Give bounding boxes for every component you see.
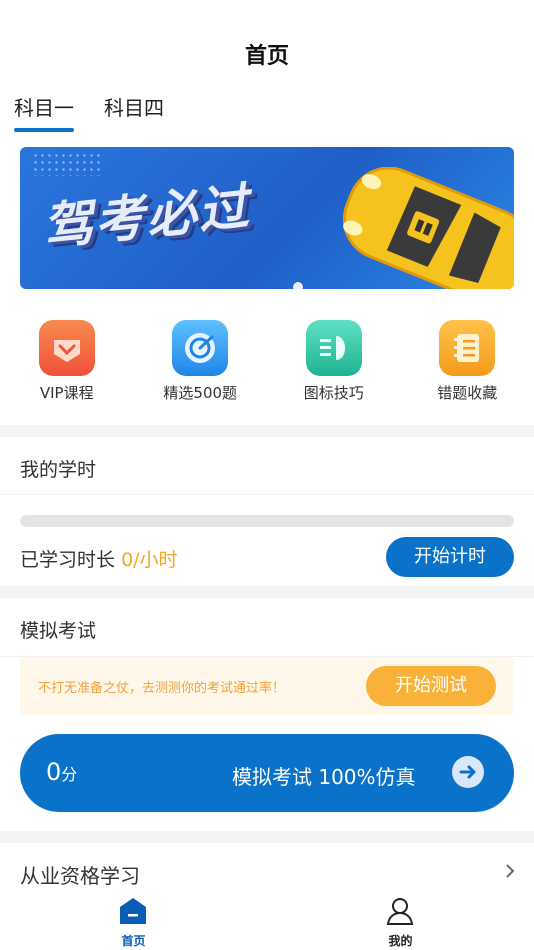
notebook-icon — [439, 320, 496, 376]
quick-label: 精选500题 — [163, 384, 238, 402]
chevron-right-icon[interactable] — [504, 862, 516, 885]
promo-banner[interactable]: 驾考必过 — [20, 147, 514, 289]
vip-heart-icon — [38, 320, 95, 376]
start-timing-button[interactable]: 开始计时 — [386, 537, 514, 577]
home-icon — [120, 898, 146, 924]
study-time: 已学习时长 0/小时 — [20, 545, 178, 572]
exam-section-title: 模拟考试 — [20, 620, 97, 642]
bottom-tabbar: 首页 我的 — [0, 890, 534, 950]
exam-notice: 不打无准备之仗，去测测你的考试通过率！ 开始测试 — [20, 657, 514, 715]
exam-notice-text: 不打无准备之仗，去测测你的考试通过率！ — [38, 681, 286, 696]
tabbar-mine-label: 我的 — [388, 934, 413, 948]
mock-exam-card[interactable]: 0分 模拟考试 100%仿真 — [20, 734, 514, 812]
user-icon — [386, 898, 414, 925]
quick-label: 错题收藏 — [437, 384, 498, 402]
section-gap — [0, 586, 534, 598]
carousel-indicator[interactable] — [293, 282, 303, 289]
quick-wrong-favorites[interactable]: 错题收藏 — [407, 320, 527, 403]
dot-pattern — [32, 152, 102, 176]
exam-card-label: 模拟考试 100%仿真 — [232, 765, 416, 789]
headlight-icon — [305, 320, 362, 376]
quick-label: 图标技巧 — [303, 384, 364, 402]
tab-subject-four[interactable]: 科目四 — [104, 92, 164, 132]
title-bar: 首页 — [0, 0, 534, 90]
quick-vip-course[interactable]: VIP课程 — [7, 320, 127, 403]
section-gap — [0, 425, 534, 437]
quick-icon-tips[interactable]: 图标技巧 — [274, 320, 394, 403]
tabbar-home[interactable]: 首页 — [0, 890, 267, 950]
quick-label: VIP课程 — [39, 384, 94, 402]
tabbar-home-label: 首页 — [121, 934, 146, 948]
study-time-value: 0/小时 — [121, 549, 178, 571]
exam-score-unit: 分 — [61, 765, 78, 784]
divider — [0, 494, 534, 495]
qualification-study-link[interactable]: 从业资格学习 — [20, 860, 140, 889]
target-icon — [172, 320, 229, 376]
subject-tabs: 科目一 科目四 — [14, 92, 194, 132]
car-illustration — [342, 167, 514, 289]
quick-selected-500[interactable]: 精选500题 — [140, 320, 260, 403]
arrow-right-icon[interactable] — [452, 756, 484, 788]
study-progress-bar — [20, 515, 514, 527]
banner-slogan: 驾考必过 — [39, 177, 253, 257]
tab-subject-one[interactable]: 科目一 — [14, 92, 74, 132]
study-time-label: 已学习时长 — [20, 549, 116, 571]
exam-score: 0分 — [46, 758, 77, 786]
tabbar-mine[interactable]: 我的 — [267, 890, 534, 950]
study-section-title: 我的学时 — [20, 459, 97, 481]
quick-actions: VIP课程 精选500题 图标技巧 错题收藏 — [0, 320, 534, 403]
section-gap — [0, 831, 534, 843]
exam-score-value: 0 — [46, 758, 62, 786]
page-title: 首页 — [244, 44, 289, 69]
start-test-button[interactable]: 开始测试 — [366, 666, 496, 706]
